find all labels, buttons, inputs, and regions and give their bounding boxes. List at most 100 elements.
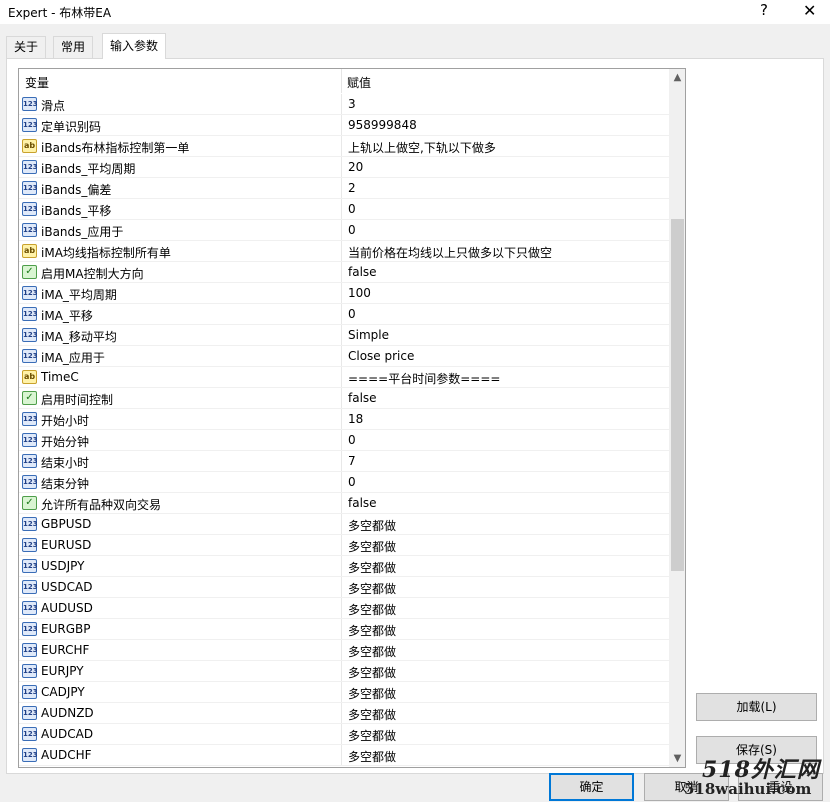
table-row[interactable]: 123 结束分钟 0 [19,472,669,493]
row-variable-cell[interactable]: 123 iBands_偏差 [19,178,341,198]
row-value-cell[interactable]: 多空都做 [341,514,669,534]
table-row[interactable]: 123 iBands_应用于 0 [19,220,669,241]
table-row[interactable]: 123 EURGBP 多空都做 [19,619,669,640]
table-row[interactable]: 123 EURUSD 多空都做 [19,535,669,556]
row-value-cell[interactable]: false [341,262,669,282]
row-variable-cell[interactable]: 123 iBands_平移 [19,199,341,219]
table-row[interactable]: 123 EURCHF 多空都做 [19,640,669,661]
table-row[interactable]: 123 iBands_平移 0 [19,199,669,220]
table-row[interactable]: 123 USDJPY 多空都做 [19,556,669,577]
row-variable-cell[interactable]: 123 iMA_平均周期 [19,283,341,303]
row-value-cell[interactable]: Simple [341,325,669,345]
row-variable-cell[interactable]: 123 CADJPY [19,682,341,702]
row-value-cell[interactable]: 多空都做 [341,535,669,555]
row-value-cell[interactable]: 18 [341,409,669,429]
row-variable-cell[interactable]: 123 iBands_平均周期 [19,157,341,177]
row-variable-cell[interactable]: 123 iMA_平移 [19,304,341,324]
row-value-cell[interactable]: 2 [341,178,669,198]
table-row[interactable]: 123 CADJPY 多空都做 [19,682,669,703]
row-value-cell[interactable]: 0 [341,430,669,450]
row-variable-cell[interactable]: 123 AUDCHF [19,745,341,765]
tab-common[interactable]: 常用 [53,36,94,58]
table-row[interactable]: ✓ 允许所有品种双向交易 false [19,493,669,514]
table-row[interactable]: 123 USDCAD 多空都做 [19,577,669,598]
table-row[interactable]: 123 iBands_偏差 2 [19,178,669,199]
row-value-cell[interactable]: 20 [341,157,669,177]
row-value-cell[interactable]: ====平台时间参数==== [341,367,669,387]
row-variable-cell[interactable]: 123 EURCHF [19,640,341,660]
table-row[interactable]: 123 滑点 3 [19,94,669,115]
row-value-cell[interactable]: 多空都做 [341,745,669,765]
table-row[interactable]: ab iMA均线指标控制所有单 当前价格在均线以上只做多以下只做空 [19,241,669,262]
row-value-cell[interactable]: 7 [341,451,669,471]
row-value-cell[interactable]: 多空都做 [341,682,669,702]
table-row[interactable]: 123 AUDNZD 多空都做 [19,703,669,724]
row-value-cell[interactable]: 0 [341,472,669,492]
table-row[interactable]: 123 开始小时 18 [19,409,669,430]
row-variable-cell[interactable]: 123 开始小时 [19,409,341,429]
row-value-cell[interactable]: Close price [341,346,669,366]
row-variable-cell[interactable]: ab iBands布林指标控制第一单 [19,136,341,156]
table-row[interactable]: ✓ 启用MA控制大方向 false [19,262,669,283]
table-row[interactable]: 123 开始分钟 0 [19,430,669,451]
row-variable-cell[interactable]: ✓ 启用时间控制 [19,388,341,408]
table-row[interactable]: 123 AUDCHF 多空都做 [19,745,669,766]
table-row[interactable]: 123 GBPUSD 多空都做 [19,514,669,535]
row-variable-cell[interactable]: 123 AUDUSD [19,598,341,618]
row-value-cell[interactable]: 100 [341,283,669,303]
row-variable-cell[interactable]: 123 EURJPY [19,661,341,681]
row-variable-cell[interactable]: 123 GBPUSD [19,514,341,534]
row-variable-cell[interactable]: 123 AUDNZD [19,703,341,723]
load-button[interactable]: 加载(L) [696,693,817,721]
table-row[interactable]: 123 iBands_平均周期 20 [19,157,669,178]
row-variable-cell[interactable]: 123 iMA_移动平均 [19,325,341,345]
row-value-cell[interactable]: 多空都做 [341,724,669,744]
row-variable-cell[interactable]: 123 iBands_应用于 [19,220,341,240]
row-variable-cell[interactable]: 123 定单识别码 [19,115,341,135]
row-variable-cell[interactable]: 123 USDCAD [19,577,341,597]
scroll-thumb[interactable] [671,219,684,571]
row-value-cell[interactable]: false [341,388,669,408]
table-row[interactable]: 123 结束小时 7 [19,451,669,472]
row-variable-cell[interactable]: 123 AUDCAD [19,724,341,744]
table-row[interactable]: 123 iMA_移动平均 Simple [19,325,669,346]
row-variable-cell[interactable]: ab iMA均线指标控制所有单 [19,241,341,261]
table-row[interactable]: 123 定单识别码 958999848 [19,115,669,136]
row-value-cell[interactable]: 958999848 [341,115,669,135]
table-row[interactable]: ab iBands布林指标控制第一单 上轨以上做空,下轨以下做多 [19,136,669,157]
row-value-cell[interactable]: 3 [341,94,669,114]
row-variable-cell[interactable]: 123 USDJPY [19,556,341,576]
row-value-cell[interactable]: 当前价格在均线以上只做多以下只做空 [341,241,669,261]
row-value-cell[interactable]: 0 [341,304,669,324]
close-icon[interactable]: ✕ [803,1,816,20]
tab-inputs[interactable]: 输入参数 [102,33,167,59]
row-value-cell[interactable]: 多空都做 [341,598,669,618]
header-value[interactable]: 赋值 [347,74,371,91]
table-row[interactable]: ✓ 启用时间控制 false [19,388,669,409]
tab-about[interactable]: 关于 [6,36,47,58]
ok-button[interactable]: 确定 [549,773,634,801]
row-value-cell[interactable]: 多空都做 [341,577,669,597]
table-row[interactable]: 123 AUDCAD 多空都做 [19,724,669,745]
row-variable-cell[interactable]: 123 结束分钟 [19,472,341,492]
row-value-cell[interactable]: 多空都做 [341,556,669,576]
help-icon[interactable]: ? [760,1,768,19]
row-variable-cell[interactable]: 123 EURUSD [19,535,341,555]
row-variable-cell[interactable]: 123 结束小时 [19,451,341,471]
row-variable-cell[interactable]: 123 滑点 [19,94,341,114]
table-row[interactable]: 123 iMA_应用于 Close price [19,346,669,367]
table-row[interactable]: 123 iMA_平均周期 100 [19,283,669,304]
header-variable[interactable]: 变量 [25,74,49,91]
row-variable-cell[interactable]: 123 EURGBP [19,619,341,639]
row-value-cell[interactable]: 0 [341,220,669,240]
row-variable-cell[interactable]: 123 开始分钟 [19,430,341,450]
table-row[interactable]: 123 EURJPY 多空都做 [19,661,669,682]
parameters-grid[interactable]: 变量 赋值 123 滑点 3 123 定单识别码 958999848 ab iBands布林指… [18,68,686,768]
row-value-cell[interactable]: 0 [341,199,669,219]
row-variable-cell[interactable]: 123 iMA_应用于 [19,346,341,366]
row-value-cell[interactable]: false [341,493,669,513]
row-value-cell[interactable]: 多空都做 [341,619,669,639]
row-value-cell[interactable]: 多空都做 [341,661,669,681]
row-variable-cell[interactable]: ab TimeC [19,367,341,387]
table-row[interactable]: ab TimeC ====平台时间参数==== [19,367,669,388]
